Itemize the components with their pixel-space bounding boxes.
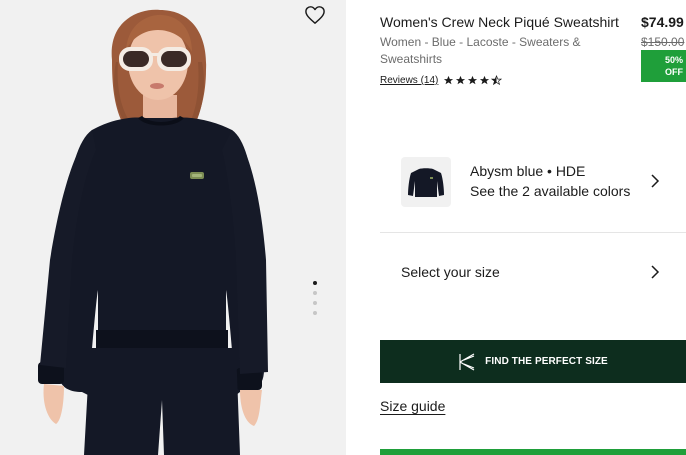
add-to-cart-button[interactable] bbox=[380, 449, 686, 455]
gallery-dot[interactable] bbox=[313, 281, 317, 285]
gallery-dot[interactable] bbox=[313, 291, 317, 295]
gallery-dot[interactable] bbox=[313, 311, 317, 315]
original-price: $150.00 bbox=[641, 35, 685, 49]
chevron-right-icon bbox=[651, 174, 660, 188]
product-info-panel: Women's Crew Neck Piqué Sweatshirt $74.9… bbox=[380, 0, 686, 455]
kiwi-sizing-icon bbox=[459, 352, 475, 371]
product-title: Women's Crew Neck Piqué Sweatshirt bbox=[380, 14, 619, 30]
available-colors-text: See the 2 available colors bbox=[470, 183, 631, 199]
star-filled-icon bbox=[444, 75, 454, 85]
size-selector-row[interactable]: Select your size bbox=[380, 234, 686, 310]
star-half-icon bbox=[491, 75, 503, 86]
rating-stars bbox=[443, 75, 503, 86]
select-size-label: Select your size bbox=[401, 264, 500, 280]
find-perfect-size-button[interactable]: FIND THE PERFECT SIZE bbox=[380, 340, 686, 383]
product-photo bbox=[38, 9, 268, 455]
color-swatch-thumbnail bbox=[401, 157, 451, 207]
discount-badge: 50% OFF bbox=[641, 50, 686, 82]
star-filled-icon bbox=[456, 75, 466, 85]
heart-icon bbox=[305, 6, 325, 24]
product-category-path: Women - Blue - Lacoste - Sweaters & Swea… bbox=[380, 35, 581, 66]
discount-percent: 50% bbox=[664, 55, 683, 65]
current-price: $74.99 bbox=[641, 14, 684, 30]
gallery-dot[interactable] bbox=[313, 301, 317, 305]
discount-off-label: OFF bbox=[665, 67, 683, 77]
reviews-link[interactable]: Reviews (14) bbox=[380, 75, 438, 86]
sweatshirt-thumbnail-icon bbox=[408, 168, 444, 197]
color-selector-row[interactable]: Abysm blue • HDE See the 2 available col… bbox=[380, 145, 686, 233]
size-guide-link[interactable]: Size guide bbox=[380, 398, 445, 414]
find-perfect-size-label: FIND THE PERFECT SIZE bbox=[485, 356, 608, 367]
selected-color-name: Abysm blue • HDE bbox=[470, 163, 586, 179]
reviews-summary: Reviews (14) bbox=[380, 75, 503, 86]
wishlist-heart-button[interactable] bbox=[303, 4, 327, 26]
star-filled-icon bbox=[468, 75, 478, 85]
chevron-right-icon bbox=[651, 265, 660, 279]
product-image-gallery[interactable] bbox=[0, 0, 346, 455]
gallery-pagination bbox=[313, 281, 317, 321]
star-filled-icon bbox=[480, 75, 490, 85]
